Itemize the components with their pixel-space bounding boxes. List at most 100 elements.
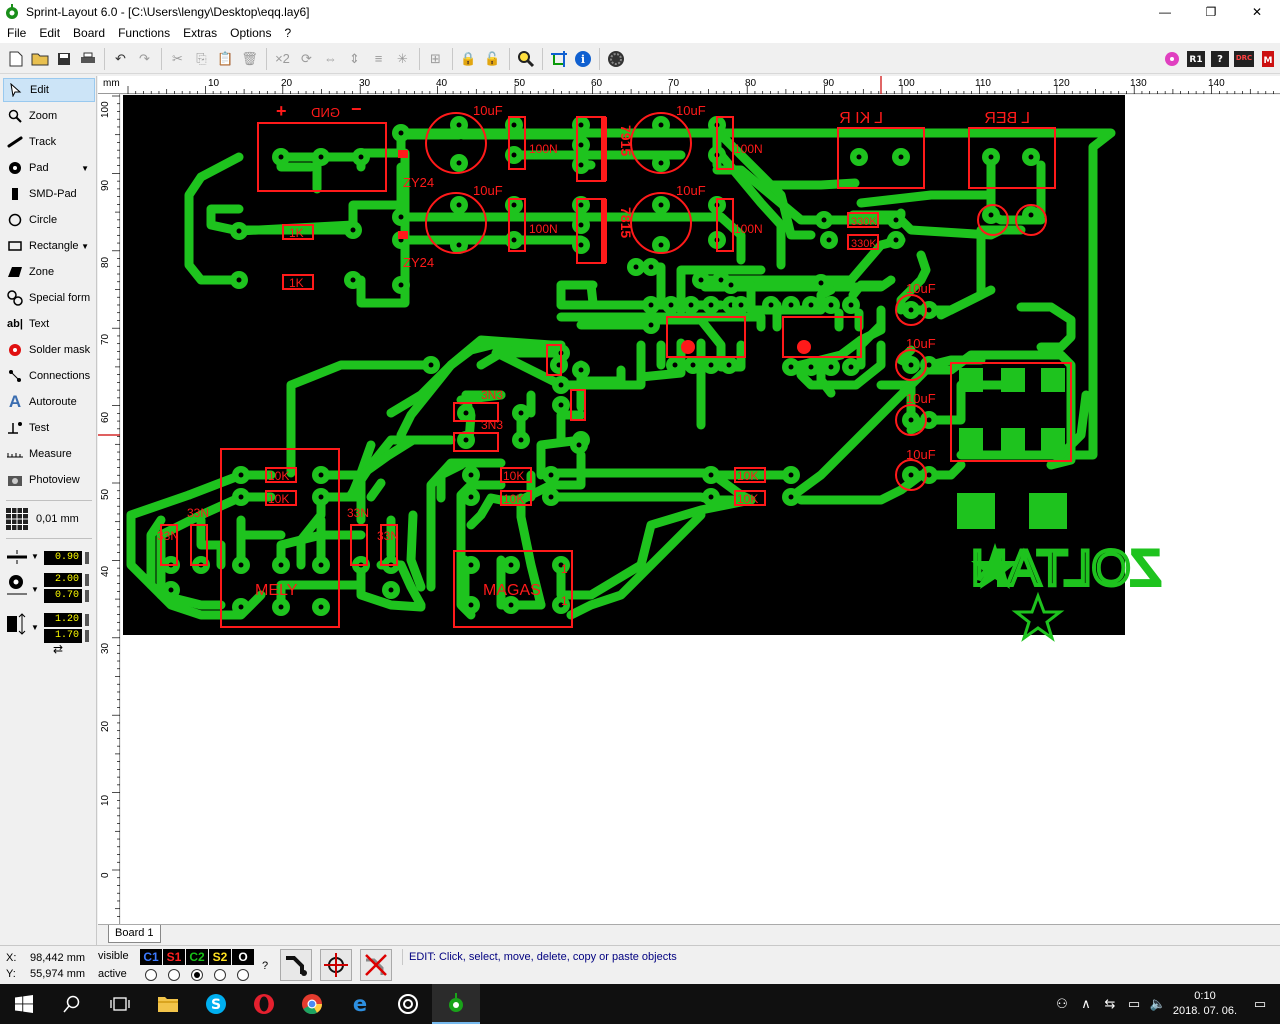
start-button[interactable] [0,984,48,1024]
file-explorer-button[interactable] [144,984,192,1024]
pad-outer-spin[interactable] [85,574,89,586]
help-chip-icon[interactable]: ? [1208,47,1231,70]
close-button[interactable]: ✕ [1234,0,1280,23]
menu-board[interactable]: Board [66,26,111,40]
usb-icon[interactable]: ⇆ [1098,996,1122,1012]
opera-button[interactable] [240,984,288,1024]
smd-height-spin[interactable] [85,630,89,642]
layer-help[interactable]: ? [262,960,268,972]
grid-icon[interactable] [6,508,28,530]
layer-s2[interactable]: S2 [209,949,231,965]
tool-pad[interactable]: Pad ▼ [3,156,95,180]
pcb-square-pad[interactable] [1001,368,1025,392]
volume-icon[interactable]: 🔈 [1146,996,1170,1012]
crosshair-button[interactable] [320,949,352,981]
tool-autoroute[interactable]: A Autoroute [3,390,95,414]
cd-icon[interactable] [1160,47,1183,70]
chevron-down-icon[interactable]: ▼ [31,623,39,632]
pcb-board[interactable]: + GND − 10uF 10uF 10uF 10uF 10uF 10uF 10… [121,95,1280,924]
print-icon[interactable] [76,47,99,70]
sprint-layout-taskbar-button[interactable] [432,984,480,1024]
search-button[interactable] [48,984,96,1024]
active-radio-c1[interactable] [145,969,157,981]
pcb-square-pad[interactable] [959,368,983,392]
track-width-spin[interactable] [85,552,89,564]
layer-o[interactable]: O [232,949,254,965]
tool-zoom[interactable]: Zoom [3,104,95,128]
chrome-button[interactable] [288,984,336,1024]
skype-button[interactable]: S [192,984,240,1024]
tool-zone[interactable]: Zone [3,260,95,284]
tool-photoview[interactable]: Photoview [3,468,95,492]
unlock-icon[interactable]: 🔓 [481,47,504,70]
group-icon[interactable]: ⊞ [424,47,447,70]
pad-inner-spin[interactable] [85,590,89,602]
notification-icon[interactable]: ▭ [1240,996,1280,1012]
chevron-up-icon[interactable]: ∧ [1074,996,1098,1012]
active-radio-o[interactable] [237,969,249,981]
menu-help[interactable]: ? [277,26,297,40]
smd-height-field[interactable]: 1.70 [44,629,82,643]
tool-special-form[interactable]: Special form [3,286,95,310]
layer-c2[interactable]: C2 [186,949,208,965]
open-folder-icon[interactable] [28,47,51,70]
menu-extras[interactable]: Extras [176,26,223,40]
active-radio-c2[interactable] [191,969,203,981]
zoom-icon[interactable] [514,47,537,70]
tool-measure[interactable]: Measure [3,442,95,466]
paste-icon[interactable]: 📋 [214,47,237,70]
tool-rectangle[interactable]: Rectangle ▼ [3,234,95,258]
tool-circle[interactable]: Circle [3,208,95,232]
swap-icon[interactable]: ⇄ [53,642,63,656]
chevron-down-icon[interactable]: ▼ [81,242,89,251]
pad-inner-field[interactable]: 0.70 [44,589,82,603]
copy-icon[interactable]: ⎘ [190,47,213,70]
smd-width-field[interactable]: 1.20 [44,613,82,627]
pcb-square-pad[interactable] [959,428,983,452]
tab-board-1[interactable]: Board 1 [108,925,161,943]
edge-button[interactable]: e [336,984,384,1024]
delete-icon[interactable]: 🗑 [238,47,261,70]
macro-icon[interactable]: M [1256,47,1279,70]
tool-test[interactable]: Test [3,416,95,440]
pcb-square-pad[interactable] [1041,368,1065,392]
duplicate-icon[interactable]: ×2 [271,47,294,70]
pcb-square-pad[interactable] [1041,428,1065,452]
drc-icon[interactable]: DRC [1232,47,1255,70]
tool-connections[interactable]: Connections [3,364,95,388]
app-ring-button[interactable] [384,984,432,1024]
tool-track[interactable]: Track [3,130,95,154]
ratsnest-button[interactable] [280,949,312,981]
smd-width-spin[interactable] [85,614,89,626]
pcb-square-pad[interactable] [1001,428,1025,452]
tool-text[interactable]: ab| Text [3,312,95,336]
tool-edit[interactable]: Edit [3,78,95,102]
r1-icon[interactable]: R1 [1184,47,1207,70]
layer-s1[interactable]: S1 [163,949,185,965]
taskbar-clock[interactable]: 0:10 2018. 07. 06. [1170,989,1240,1019]
undo-icon[interactable]: ↶ [109,47,132,70]
chevron-down-icon[interactable]: ▼ [31,552,39,561]
active-radio-s2[interactable] [214,969,226,981]
lock-icon[interactable]: 🔒 [457,47,480,70]
align-icon[interactable]: ≡ [367,47,390,70]
no-connection-button[interactable] [360,949,392,981]
tool-smd-pad[interactable]: SMD-Pad [3,182,95,206]
save-icon[interactable] [52,47,75,70]
people-icon[interactable]: ⚇ [1050,996,1074,1012]
layer-c1[interactable]: C1 [140,949,162,965]
layout-canvas[interactable]: + GND − 10uF 10uF 10uF 10uF 10uF 10uF 10… [121,95,1280,924]
mirror-horizontal-icon[interactable]: ⇔ [319,47,342,70]
tool-solder-mask[interactable]: Solder mask [3,338,95,362]
restore-button[interactable]: ❐ [1188,0,1234,23]
menu-edit[interactable]: Edit [32,26,66,40]
track-width-field[interactable]: 0.90 [44,551,82,565]
active-radio-s1[interactable] [168,969,180,981]
gear-icon[interactable] [604,47,627,70]
pad-outer-field[interactable]: 2.00 [44,573,82,587]
chevron-down-icon[interactable]: ▼ [81,164,89,173]
network-icon[interactable]: ▭ [1122,996,1146,1012]
grid-size-label[interactable]: 0,01 mm [36,513,79,525]
menu-file[interactable]: File [0,26,32,40]
info-icon[interactable]: i [571,47,594,70]
